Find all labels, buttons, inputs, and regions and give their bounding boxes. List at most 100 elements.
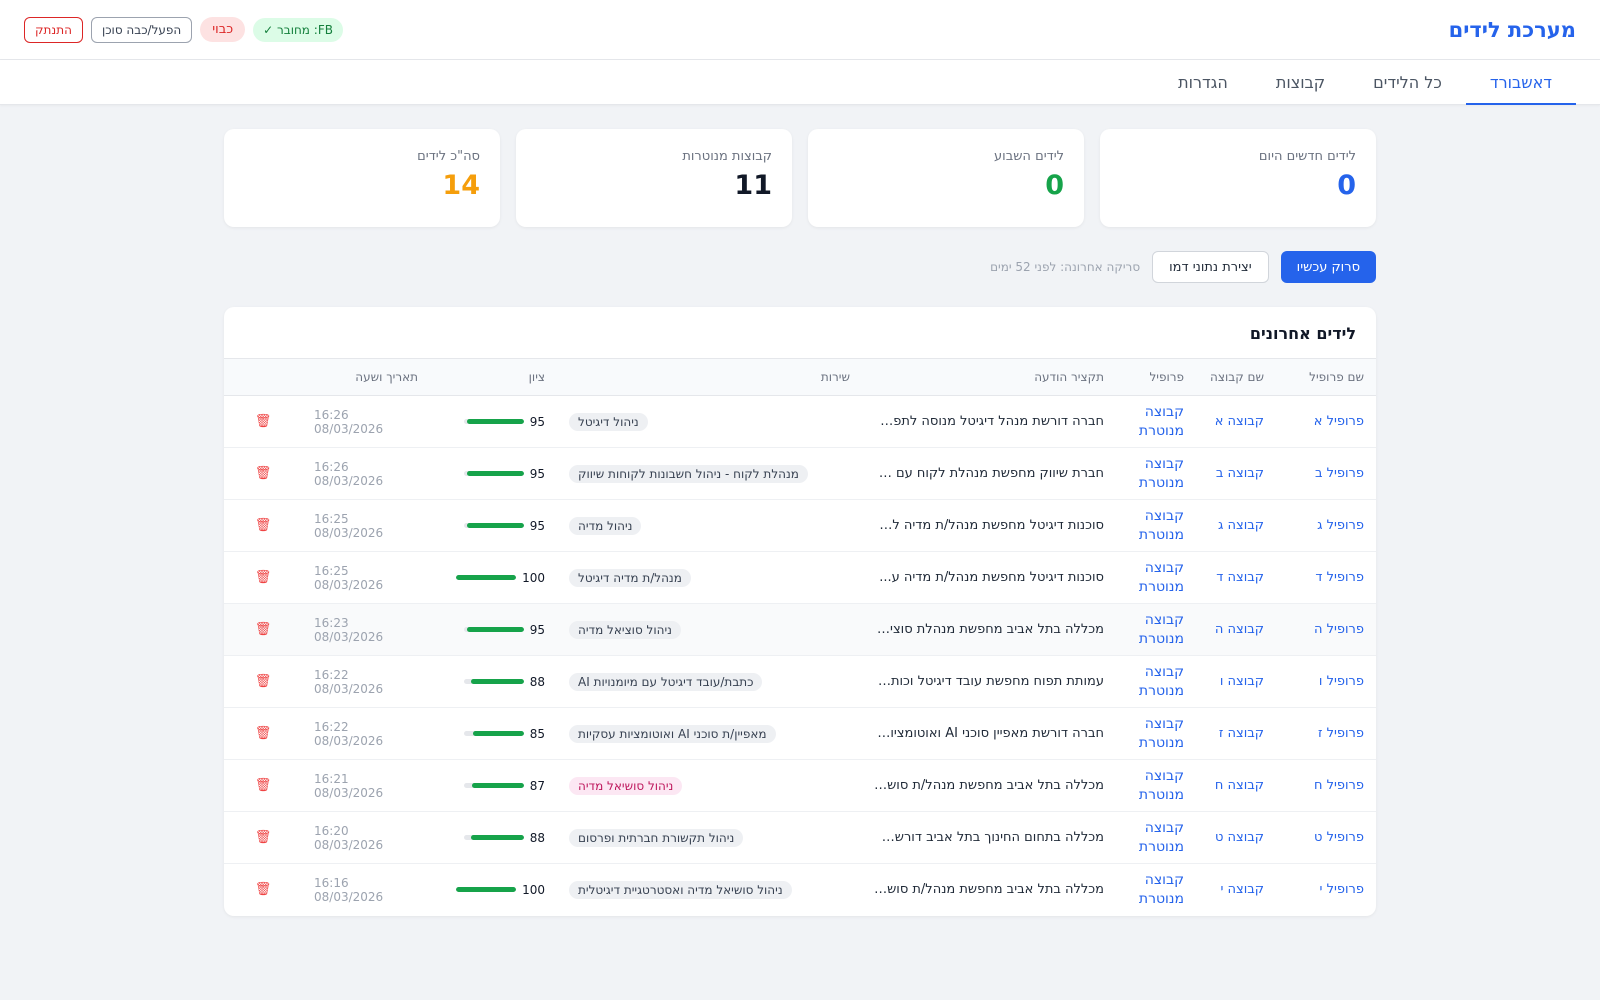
logout-button[interactable]: התנתק bbox=[24, 16, 83, 43]
score-bar bbox=[463, 419, 524, 424]
delete-cell: 🗑︎ bbox=[224, 759, 302, 812]
group-link[interactable]: קבוצה ז bbox=[1219, 726, 1264, 741]
service-tag: מנהל/ת מדיה דיגיטל bbox=[569, 568, 691, 587]
group-name-cell: קבוצה ה bbox=[1196, 603, 1276, 656]
message-summary: סוכנות דיגיטל מחפשת מנהל/ת מדיה ע... bbox=[879, 570, 1104, 585]
monitored-group-link[interactable]: קבוצה מנוטרת bbox=[1139, 456, 1184, 491]
table-row[interactable]: פרופיל ג קבוצה ג קבוצה מנוטרת סוכנות דיגיטל… bbox=[224, 499, 1376, 552]
trash-icon[interactable]: 🗑︎ bbox=[255, 518, 272, 533]
delete-cell: 🗑︎ bbox=[224, 811, 302, 864]
profile-link[interactable]: פרופיל ה bbox=[1314, 622, 1364, 637]
table-row[interactable]: פרופיל ה קבוצה ה קבוצה מנוטרת מכללה בתל אבי… bbox=[224, 603, 1376, 656]
message-cell: חברת שיווק מחפשת מנהלת לקוח עם ני... bbox=[862, 447, 1116, 500]
group-link[interactable]: קבוצה ד bbox=[1216, 570, 1264, 585]
group-link[interactable]: קבוצה ג bbox=[1218, 518, 1264, 533]
score-bar bbox=[463, 835, 524, 840]
profile-link[interactable]: פרופיל ח bbox=[1314, 778, 1364, 793]
score-display: 87 bbox=[442, 779, 545, 793]
profile-link[interactable]: פרופיל א bbox=[1314, 414, 1364, 429]
trash-icon[interactable]: 🗑︎ bbox=[255, 882, 272, 897]
monitored-group-link[interactable]: קבוצה מנוטרת bbox=[1139, 872, 1184, 907]
profile-link[interactable]: פרופיל ז bbox=[1318, 726, 1364, 741]
create-demo-data-button[interactable]: יצירת נתוני דמו bbox=[1152, 251, 1269, 283]
datetime-cell: 16:16 08/03/2026 bbox=[314, 875, 384, 904]
score-value: 100 bbox=[522, 570, 545, 585]
table-row[interactable]: פרופיל ד קבוצה ד קבוצה מנוטרת סוכנות דיגיטל… bbox=[224, 551, 1376, 604]
table-row[interactable]: פרופיל ו קבוצה ו קבוצה מנוטרת עמותת תפוח מח… bbox=[224, 655, 1376, 708]
trash-icon[interactable]: 🗑︎ bbox=[255, 570, 272, 585]
score-display: 95 bbox=[442, 415, 545, 429]
trash-icon[interactable]: 🗑︎ bbox=[255, 466, 272, 481]
profile-name-cell: פרופיל ב bbox=[1276, 447, 1376, 500]
tab-settings[interactable]: הגדרות bbox=[1154, 60, 1252, 105]
monitored-group-link[interactable]: קבוצה מנוטרת bbox=[1139, 768, 1184, 803]
table-row[interactable]: פרופיל ב קבוצה ב קבוצה מנוטרת חברת שיווק מח… bbox=[224, 447, 1376, 500]
service-cell: ניהול דיגיטל bbox=[557, 395, 862, 448]
profile-name-cell: פרופיל ט bbox=[1276, 811, 1376, 864]
table-row[interactable]: פרופיל ח קבוצה ח קבוצה מנוטרת מכללה בתל אבי… bbox=[224, 759, 1376, 812]
group-name-cell: קבוצה ב bbox=[1196, 447, 1276, 500]
trash-icon[interactable]: 🗑︎ bbox=[255, 726, 272, 741]
datetime-cell: 16:25 08/03/2026 bbox=[302, 551, 430, 604]
group-link[interactable]: קבוצה א bbox=[1215, 414, 1264, 429]
profile-link[interactable]: פרופיל ו bbox=[1319, 674, 1364, 689]
profile-link[interactable]: פרופיל ג bbox=[1317, 518, 1364, 533]
score-cell: 87 bbox=[430, 759, 557, 812]
service-tag: ניהול מדיה bbox=[569, 516, 642, 535]
group-link[interactable]: קבוצה ה bbox=[1215, 622, 1264, 637]
score-display: 88 bbox=[442, 675, 545, 689]
service-cell: ניהול סושיאל מדיה bbox=[557, 759, 862, 812]
table-row[interactable]: פרופיל ז קבוצה ז קבוצה מנוטרת חברה דורשת מא… bbox=[224, 707, 1376, 760]
profile-name-cell: פרופיל ח bbox=[1276, 759, 1376, 812]
datetime-cell: 16:23 08/03/2026 bbox=[302, 603, 430, 656]
stat-card-total-leads: סה"כ לידים 14 bbox=[224, 129, 500, 227]
trash-icon[interactable]: 🗑︎ bbox=[255, 414, 272, 429]
profile-link[interactable]: פרופיל י bbox=[1320, 882, 1364, 897]
trash-icon[interactable]: 🗑︎ bbox=[255, 622, 272, 637]
profile-link[interactable]: פרופיל ב bbox=[1315, 466, 1364, 481]
group-name-cell: קבוצה ח bbox=[1196, 759, 1276, 812]
monitored-group-link[interactable]: קבוצה מנוטרת bbox=[1139, 820, 1184, 855]
service-tag: מנהלת לקוח - ניהול חשבונות לקוחות שיווק bbox=[569, 464, 808, 483]
score-bar-fill bbox=[466, 471, 524, 476]
monitored-group-link[interactable]: קבוצה מנוטרת bbox=[1139, 612, 1184, 647]
trash-icon[interactable]: 🗑︎ bbox=[255, 674, 272, 689]
profile-link[interactable]: פרופיל ד bbox=[1315, 570, 1364, 585]
delete-cell: 🗑︎ bbox=[224, 707, 302, 760]
group-link[interactable]: קבוצה ו bbox=[1220, 674, 1264, 689]
score-value: 95 bbox=[529, 518, 545, 533]
message-summary: חברה דורשת מנהל דיגיטל מנוסה לתפקי... bbox=[874, 414, 1104, 429]
message-cell: סוכנות דיגיטל מחפשת מנהל/ת מדיה לת... bbox=[862, 499, 1116, 552]
table-row[interactable]: פרופיל י קבוצה י קבוצה מנוטרת מכללה בתל אבי… bbox=[224, 864, 1376, 916]
monitored-group-link[interactable]: קבוצה מנוטרת bbox=[1139, 664, 1184, 699]
group-link[interactable]: קבוצה י bbox=[1220, 882, 1264, 897]
table-row[interactable]: פרופיל א קבוצה א קבוצה מנוטרת חברה דורשת מנ… bbox=[224, 395, 1376, 448]
tab-dashboard[interactable]: דאשבורד bbox=[1465, 60, 1576, 105]
datetime-cell: 16:25 08/03/2026 bbox=[302, 499, 430, 552]
group-link[interactable]: קבוצה ט bbox=[1215, 830, 1264, 845]
score-cell: 85 bbox=[430, 707, 557, 760]
score-cell: 100 bbox=[430, 551, 557, 604]
tab-all-leads[interactable]: כל הלידים bbox=[1349, 60, 1466, 105]
table-row[interactable]: פרופיל ט קבוצה ט קבוצה מנוטרת מכללה בתחום ה… bbox=[224, 811, 1376, 864]
profile-type-cell: קבוצה מנוטרת bbox=[1116, 655, 1196, 708]
trash-icon[interactable]: 🗑︎ bbox=[255, 830, 272, 845]
scan-now-button[interactable]: סרוק עכשיו bbox=[1280, 251, 1376, 283]
service-tag: ניהול תקשורת חברתית ופרסום bbox=[569, 828, 744, 847]
monitored-group-link[interactable]: קבוצה מנוטרת bbox=[1139, 508, 1184, 543]
service-tag: ניהול סושיאל מדיה bbox=[569, 776, 683, 795]
group-name-cell: קבוצה ד bbox=[1196, 551, 1276, 604]
group-link[interactable]: קבוצה ב bbox=[1216, 466, 1264, 481]
profile-link[interactable]: פרופיל ט bbox=[1314, 830, 1364, 845]
monitored-group-link[interactable]: קבוצה מנוטרת bbox=[1139, 404, 1184, 439]
score-bar bbox=[463, 471, 524, 476]
trash-icon[interactable]: 🗑︎ bbox=[255, 778, 272, 793]
tab-groups[interactable]: קבוצות bbox=[1252, 60, 1349, 105]
monitored-group-link[interactable]: קבוצה מנוטרת bbox=[1139, 560, 1184, 595]
agent-toggle-button[interactable]: הפעל/כבה סוכן bbox=[90, 16, 193, 43]
col-header-score: ציון bbox=[528, 370, 545, 384]
group-link[interactable]: קבוצה ח bbox=[1215, 778, 1264, 793]
score-cell: 100 bbox=[430, 864, 557, 916]
monitored-group-link[interactable]: קבוצה מנוטרת bbox=[1139, 716, 1184, 751]
recent-leads-card: לידים אחרונים שם פרופיל שם קבוצה פרופיל … bbox=[224, 307, 1376, 916]
